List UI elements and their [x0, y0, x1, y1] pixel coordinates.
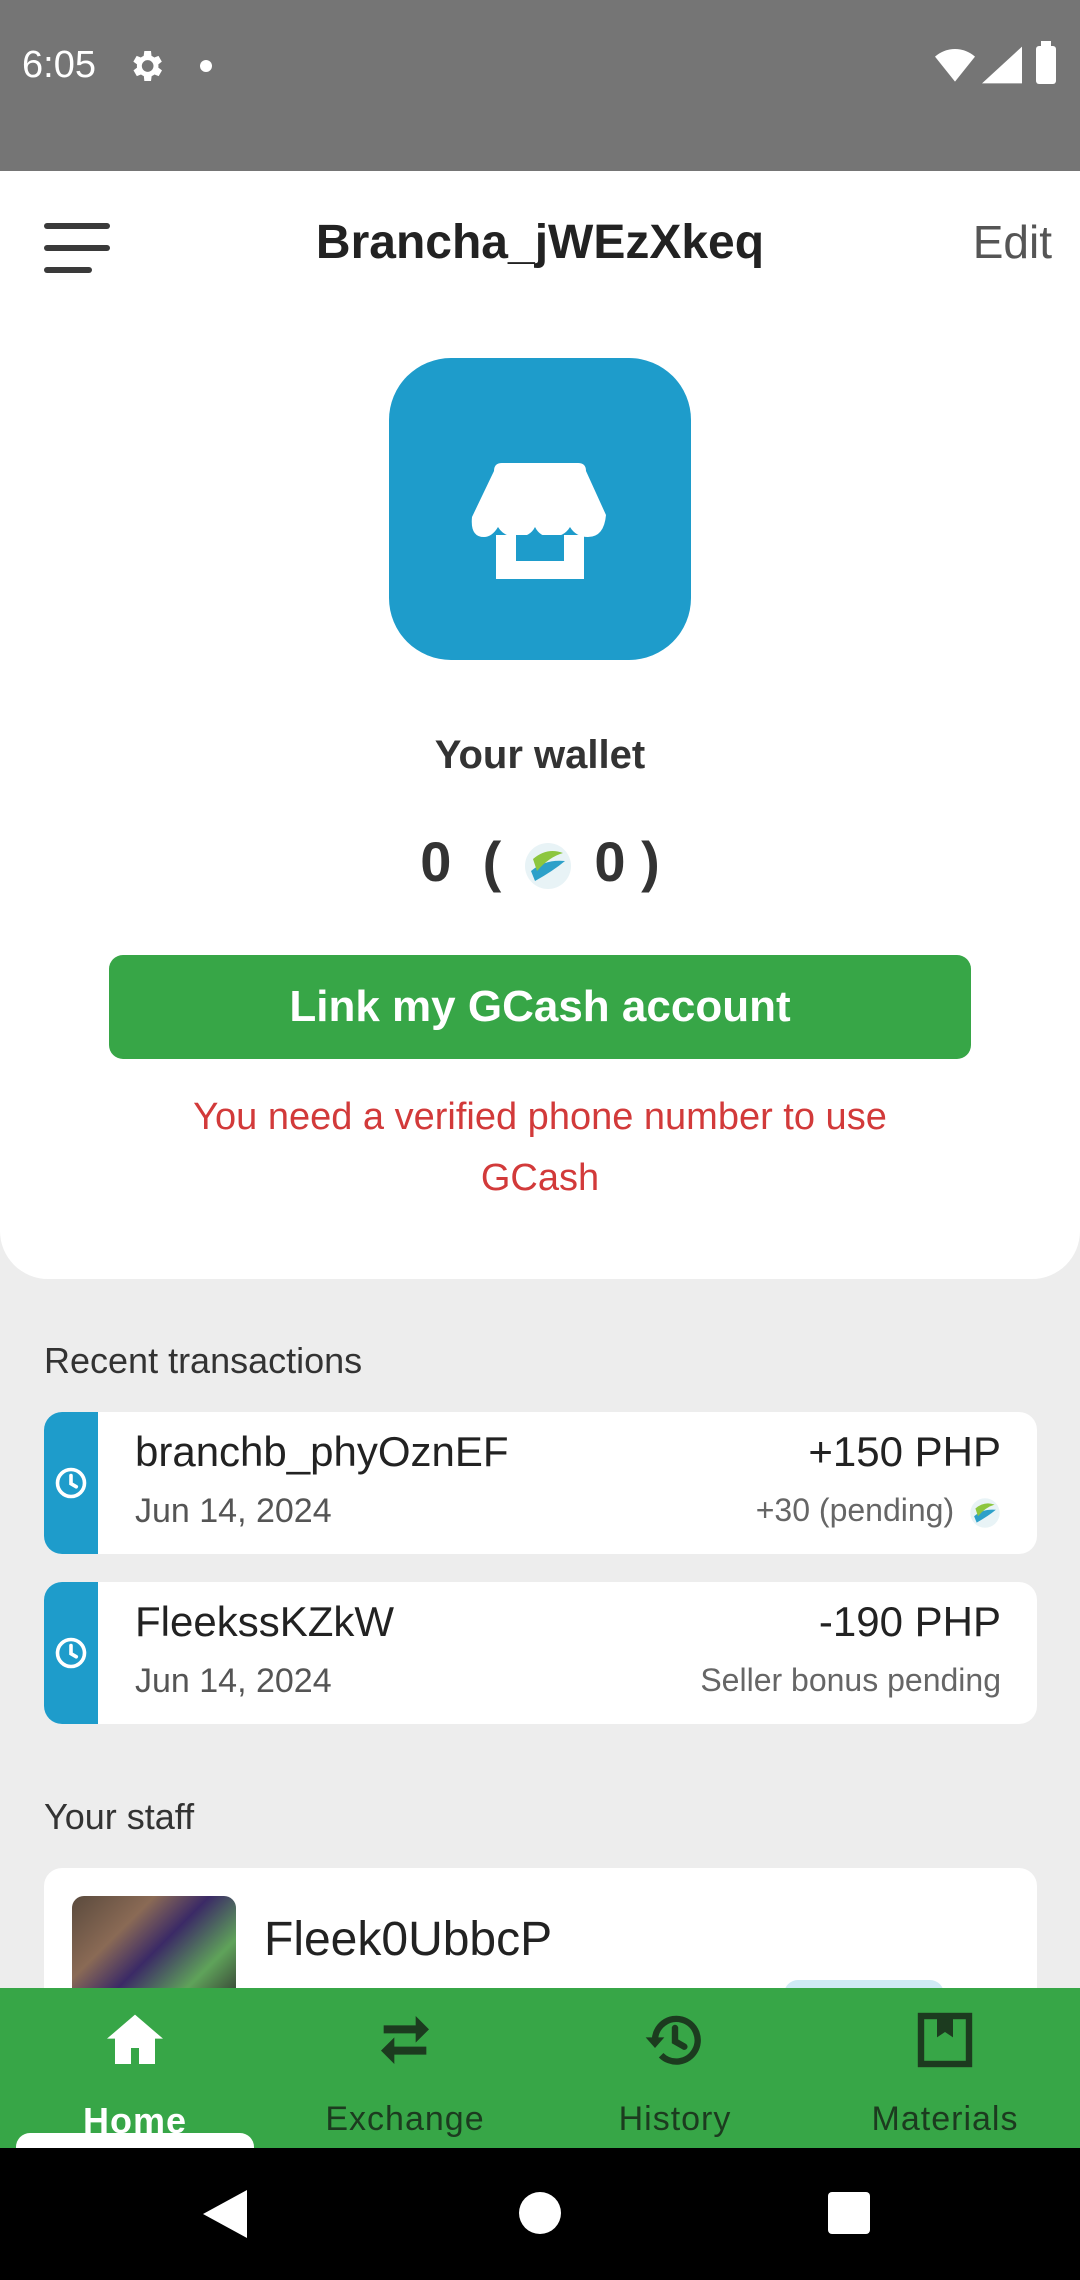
- nav-history-label: History: [618, 2100, 732, 2138]
- clock-icon: [55, 1637, 87, 1669]
- system-nav-bar: [0, 2148, 1080, 2280]
- your-staff-label: Your staff: [44, 1796, 195, 1837]
- staff-name: Fleek0UbbcP: [264, 1913, 553, 1966]
- back-icon[interactable]: [203, 2190, 247, 2238]
- transaction-subtext: +30 (pending): [756, 1492, 1001, 1529]
- nav-history[interactable]: History: [540, 1988, 810, 2148]
- nav-materials-label: Materials: [871, 2100, 1019, 2138]
- bookmark-icon: [917, 2012, 973, 2068]
- store-icon: [471, 463, 606, 579]
- staff-card[interactable]: Fleek0UbbcP: [44, 1868, 1037, 2008]
- edit-button[interactable]: Edit: [973, 215, 1052, 269]
- wifi-icon: [935, 49, 975, 82]
- transaction-bonus-text: +30 (pending): [755, 1492, 955, 1528]
- nav-home[interactable]: Home: [0, 1988, 270, 2148]
- wallet-card: Brancha_jWEzXkeq Edit Your wallet 0 ( 0 …: [0, 171, 1080, 1279]
- signal-icon: [982, 46, 1022, 84]
- nav-exchange-label: Exchange: [325, 2100, 485, 2138]
- transaction-subtext: Seller bonus pending: [700, 1662, 1001, 1698]
- bonus-balance-value: 0: [594, 830, 626, 893]
- transaction-row[interactable]: FleekssKZkW Jun 14, 2024 -190 PHP Seller…: [44, 1582, 1037, 1724]
- nav-exchange[interactable]: Exchange: [270, 1988, 540, 2148]
- link-gcash-button[interactable]: Link my GCash account: [109, 955, 971, 1059]
- notification-dot-icon: [200, 60, 212, 72]
- balance-close-paren: ): [641, 830, 660, 893]
- status-bar: 6:05: [0, 0, 1080, 171]
- recent-transactions-label: Recent transactions: [44, 1340, 363, 1381]
- wallet-label: Your wallet: [434, 733, 646, 777]
- bottom-nav: Home Exchange History Materials: [0, 1988, 1080, 2148]
- home-icon: [107, 2014, 163, 2064]
- wallet-balance: 0 ( 0 ): [0, 829, 1080, 894]
- home-button-icon[interactable]: [519, 2192, 561, 2234]
- history-icon: [645, 2015, 701, 2065]
- coin-icon: [970, 1497, 1000, 1528]
- gear-icon: [133, 51, 162, 81]
- coin-icon: [524, 843, 571, 890]
- battery-icon: [1036, 41, 1056, 84]
- transaction-date: Jun 14, 2024: [135, 1662, 332, 1700]
- recents-icon[interactable]: [828, 2192, 870, 2234]
- transaction-status-stripe: [44, 1412, 98, 1554]
- balance-value: 0: [420, 830, 452, 893]
- page-title: Brancha_jWEzXkeq: [315, 216, 765, 269]
- transaction-name: FleekssKZkW: [135, 1598, 395, 1645]
- transaction-amount: -190 PHP: [818, 1598, 1001, 1645]
- balance-open-paren: (: [482, 830, 502, 893]
- transaction-row[interactable]: branchb_phyOznEF Jun 14, 2024 +150 PHP +…: [44, 1412, 1037, 1554]
- swap-icon: [381, 2016, 429, 2064]
- nav-materials[interactable]: Materials: [810, 1988, 1080, 2148]
- transaction-name: branchb_phyOznEF: [135, 1428, 509, 1475]
- store-avatar: [389, 358, 691, 660]
- transaction-status-stripe: [44, 1582, 98, 1724]
- transaction-amount: +150 PHP: [808, 1428, 1001, 1475]
- phone-verification-warning: You need a verified phone number to use …: [193, 1096, 887, 1199]
- status-time: 6:05: [22, 44, 96, 86]
- clock-icon: [55, 1467, 87, 1499]
- transaction-date: Jun 14, 2024: [135, 1492, 332, 1530]
